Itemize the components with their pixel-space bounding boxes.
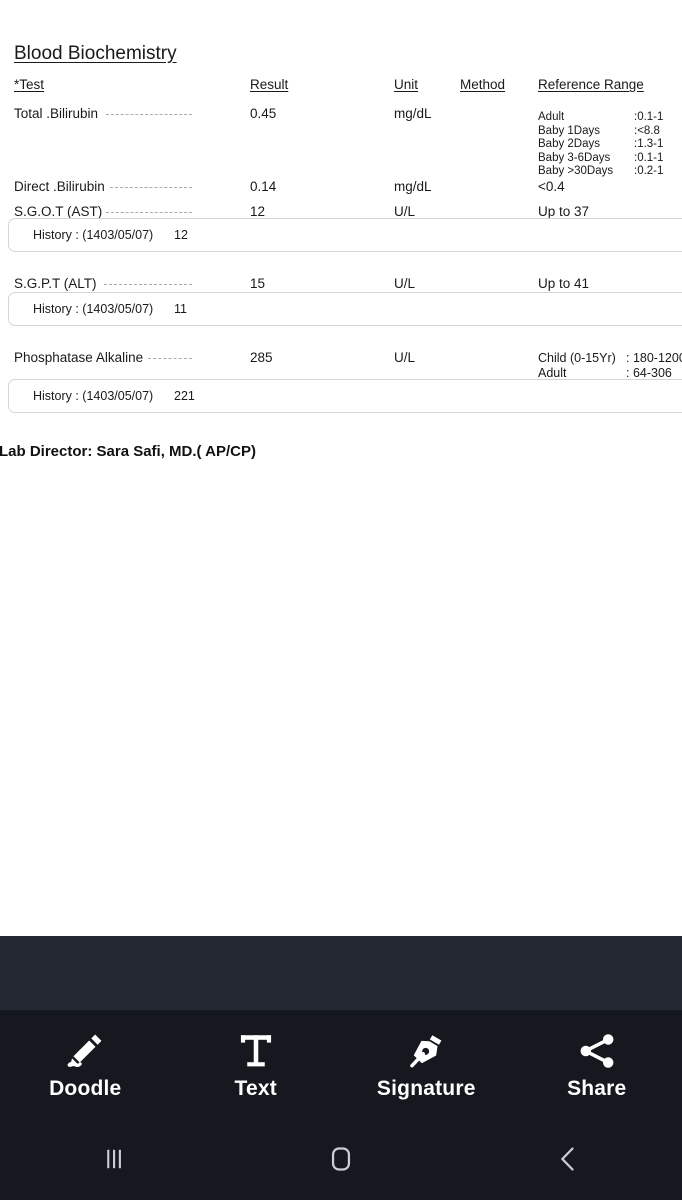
back-icon: [551, 1142, 585, 1181]
column-header-reference-range: Reference Range: [538, 77, 644, 92]
reference-line: Baby 2Days :1.3-1: [538, 138, 663, 152]
reference-line: Baby 1Days :<8.8: [538, 125, 663, 139]
back-button[interactable]: [455, 1122, 682, 1200]
reference-range: Up to 37: [538, 204, 590, 219]
reference-label: Baby 3-6Days: [538, 151, 611, 164]
test-unit: mg/dL: [394, 179, 432, 194]
reference-label: Baby >30Days: [538, 165, 614, 178]
lab-director-signature: Lab Director: Sara Safi, MD.( AP/CP): [0, 443, 256, 460]
android-navigation-bar: [0, 1122, 682, 1200]
test-result: 0.14: [250, 179, 277, 194]
test-unit: U/L: [394, 350, 416, 365]
pen-nib-icon: [405, 1031, 447, 1071]
history-value: 221: [174, 389, 195, 403]
reference-range: Up to 41: [538, 276, 590, 291]
recents-icon: [97, 1142, 131, 1181]
test-unit: U/L: [394, 276, 416, 291]
leader-dots: [148, 358, 192, 359]
page-title: Blood Biochemistry: [14, 43, 177, 64]
home-icon: [324, 1142, 358, 1181]
test-unit: mg/dL: [394, 106, 432, 121]
reference-value: : 180-1200: [626, 351, 682, 365]
text-label: Text: [234, 1077, 277, 1100]
toolbar-spacer: [0, 936, 682, 1010]
text-icon: [235, 1031, 277, 1071]
history-label: History : (1403/05/07): [33, 389, 154, 403]
doodle-label: Doodle: [49, 1077, 122, 1100]
column-header-method: Method: [460, 77, 506, 92]
reference-label: Baby 2Days: [538, 138, 601, 151]
share-button[interactable]: Share: [522, 1018, 672, 1114]
test-result: 285: [250, 350, 273, 365]
doodle-button[interactable]: Doodle: [10, 1018, 160, 1114]
reference-value: :0.2-1: [634, 165, 664, 178]
test-name: Direct .Bilirubin: [14, 179, 105, 194]
leader-dots: [106, 114, 192, 115]
test-result: 15: [250, 276, 266, 291]
history-value: 12: [174, 228, 188, 242]
history-box[interactable]: History : (1403/05/07) 11: [8, 292, 682, 326]
reference-label: Baby 1Days: [538, 124, 601, 137]
pencil-icon: [64, 1031, 106, 1071]
reference-value: :<8.8: [634, 124, 660, 137]
reference-value: : 64-306: [626, 366, 672, 380]
column-header-result: Result: [250, 77, 289, 92]
reference-range-block: Child (0-15Yr): 180-1200 Adult: 64-306: [538, 351, 682, 381]
text-button[interactable]: Text: [181, 1018, 331, 1114]
history-label: History : (1403/05/07): [33, 228, 154, 242]
reference-value: :1.3-1: [634, 138, 664, 151]
document-page[interactable]: Blood Biochemistry *Test Result Unit Met…: [0, 0, 682, 936]
history-box[interactable]: History : (1403/05/07) 12: [8, 218, 682, 252]
test-name: Total .Bilirubin: [14, 106, 99, 121]
leader-dots: [104, 284, 192, 285]
reference-label: Adult: [538, 111, 565, 123]
reference-value: :0.1-1: [634, 111, 664, 123]
share-label: Share: [567, 1077, 627, 1100]
reference-value: :0.1-1: [634, 151, 664, 164]
test-unit: U/L: [394, 204, 416, 219]
test-name: S.G.P.T (ALT): [14, 276, 97, 291]
reference-label: Child (0-15Yr): [538, 351, 616, 365]
recents-button[interactable]: [0, 1122, 227, 1200]
reference-range: <0.4: [538, 179, 565, 194]
column-header-unit: Unit: [394, 77, 419, 92]
test-name: Phosphatase Alkaline: [14, 350, 144, 365]
test-result: 12: [250, 204, 266, 219]
history-value: 11: [174, 302, 187, 316]
editor-toolbar: Doodle Text Signature Share: [0, 1010, 682, 1122]
share-icon: [576, 1031, 618, 1071]
reference-line: Adult :0.1-1: [538, 111, 663, 125]
reference-line: Baby >30Days :0.2-1: [538, 165, 663, 179]
reference-line: Child (0-15Yr) : 180-1200: [538, 351, 682, 366]
leader-dots: [106, 212, 192, 213]
test-name: S.G.O.T (AST): [14, 204, 103, 219]
leader-dots: [110, 187, 192, 188]
signature-label: Signature: [376, 1077, 476, 1100]
reference-range-block: Adult :0.1-1 Baby 1Days :<8.8 Baby 2Days :1…: [538, 111, 663, 179]
history-label: History : (1403/05/07): [33, 302, 154, 316]
test-result: 0.45: [250, 106, 277, 121]
reference-line: Baby 3-6Days :0.1-1: [538, 152, 663, 166]
history-box[interactable]: History : (1403/05/07) 221: [8, 379, 682, 413]
signature-button[interactable]: Signature: [351, 1018, 501, 1114]
home-button[interactable]: [227, 1122, 454, 1200]
column-header-test: *Test: [14, 77, 45, 92]
